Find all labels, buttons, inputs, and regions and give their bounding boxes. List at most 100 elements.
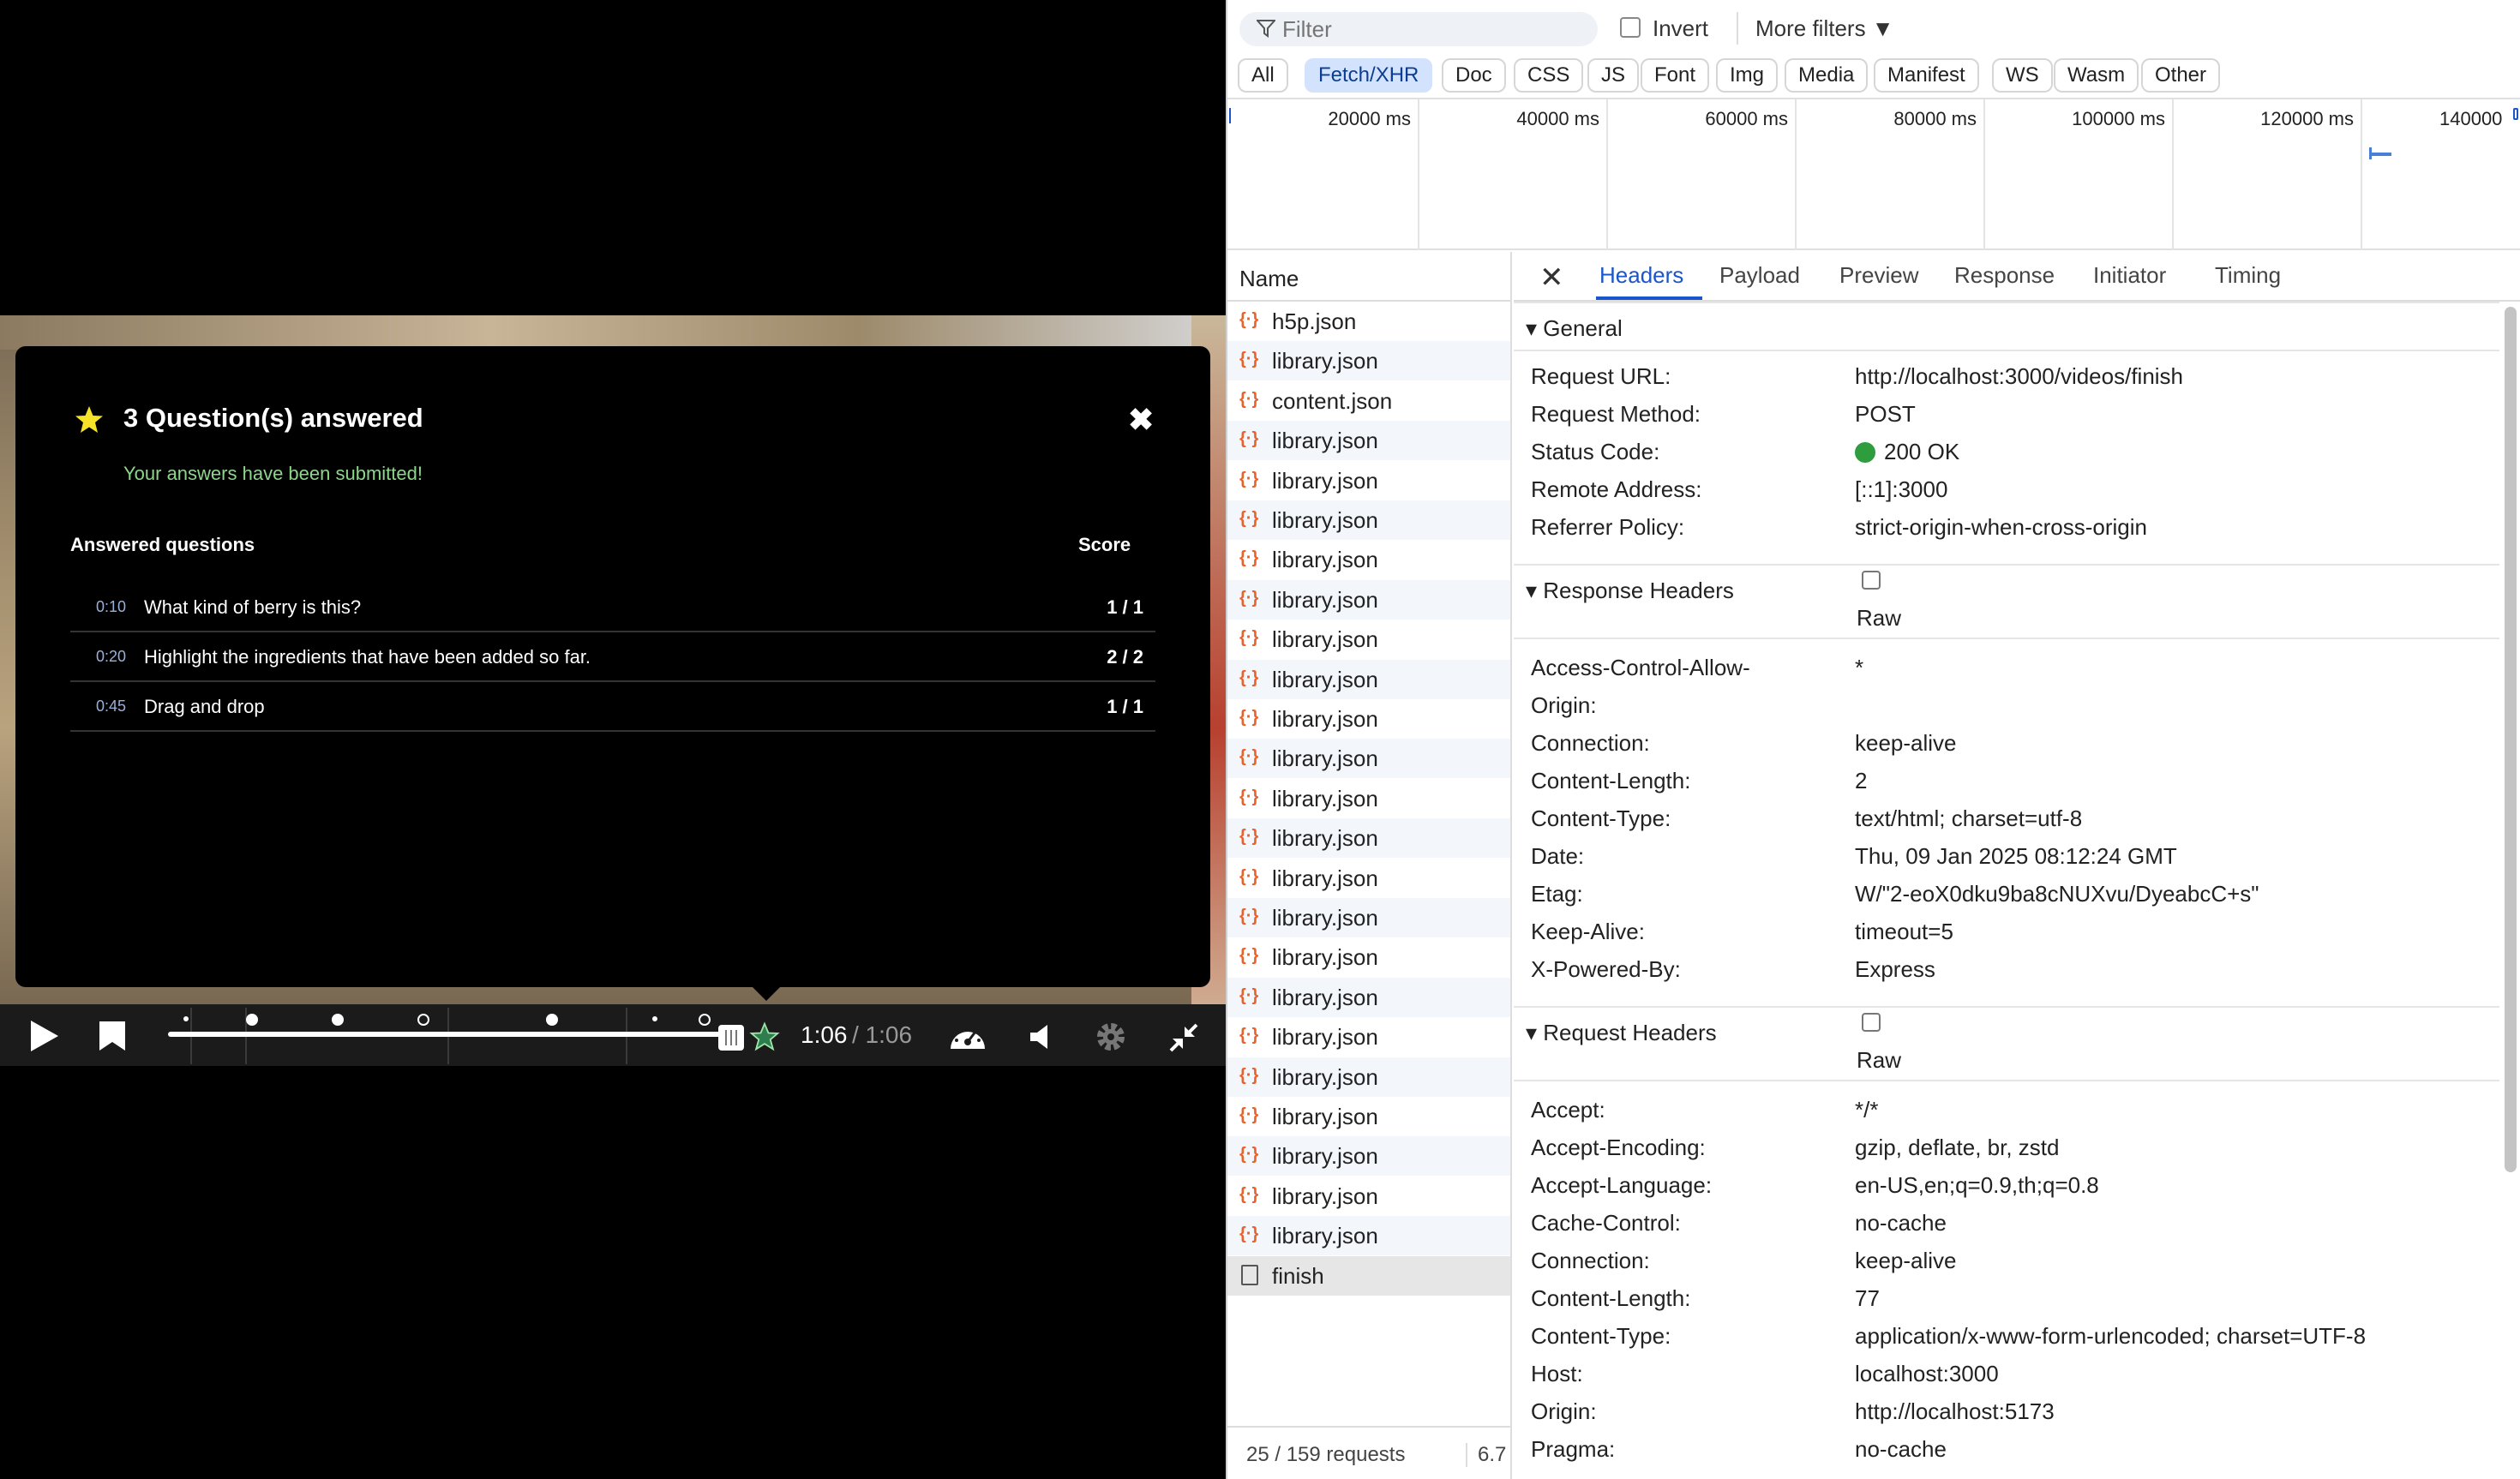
type-filter-media[interactable]: Media bbox=[1785, 58, 1869, 93]
request-row[interactable]: finish bbox=[1227, 1255, 1510, 1296]
question-time[interactable]: 0:10 bbox=[96, 598, 126, 616]
tab-initiator[interactable]: Initiator bbox=[2093, 262, 2166, 289]
request-row[interactable]: {·} library.json bbox=[1227, 977, 1510, 1017]
interaction-marker[interactable] bbox=[332, 1014, 344, 1026]
response-headers-title: ▾ Response Headers bbox=[1526, 578, 1734, 603]
request-row[interactable]: {·} library.json bbox=[1227, 818, 1510, 859]
type-filter-manifest[interactable]: Manifest bbox=[1874, 58, 1979, 93]
gear-icon[interactable] bbox=[1094, 1020, 1128, 1054]
resource-type-filters: All Fetch/XHR Doc CSS JS Font Img Media … bbox=[1227, 57, 2520, 96]
header-value: W/"2-eoX0dku9ba8cNUXvu/DyeabcC+s" bbox=[1855, 881, 2259, 907]
type-filter-img[interactable]: Img bbox=[1716, 58, 1779, 93]
interaction-marker[interactable] bbox=[546, 1014, 558, 1026]
type-filter-css[interactable]: CSS bbox=[1514, 58, 1584, 93]
question-row[interactable]: 0:45 Drag and drop 1 / 1 bbox=[70, 682, 1155, 732]
interaction-marker[interactable] bbox=[652, 1016, 657, 1021]
question-time[interactable]: 0:45 bbox=[96, 698, 126, 716]
interaction-marker[interactable] bbox=[699, 1014, 711, 1026]
header-key: Content-Type: bbox=[1531, 1323, 1671, 1349]
request-row[interactable]: {·} library.json bbox=[1227, 898, 1510, 937]
request-row[interactable]: {·} library.json bbox=[1227, 579, 1510, 620]
question-score: 1 / 1 bbox=[1107, 596, 1143, 618]
raw-checkbox[interactable] bbox=[1862, 1013, 1881, 1032]
type-filter-other[interactable]: Other bbox=[2141, 58, 2221, 93]
tab-response[interactable]: Response bbox=[1954, 262, 2055, 289]
tab-preview[interactable]: Preview bbox=[1839, 262, 1918, 289]
request-row[interactable]: {·} library.json bbox=[1227, 421, 1510, 461]
general-section-header[interactable]: ▾ General bbox=[1514, 302, 2499, 351]
type-filter-ws[interactable]: WS bbox=[1992, 58, 2053, 93]
tab-timing[interactable]: Timing bbox=[2215, 262, 2281, 289]
speedometer-icon[interactable] bbox=[948, 1020, 987, 1054]
question-time[interactable]: 0:20 bbox=[96, 648, 126, 666]
request-row[interactable]: {·} library.json bbox=[1227, 540, 1510, 579]
header-key: Accept-Language: bbox=[1531, 1172, 1713, 1198]
request-row[interactable]: {·} library.json bbox=[1227, 859, 1510, 898]
question-row[interactable]: 0:10 What kind of berry is this? 1 / 1 bbox=[70, 583, 1155, 632]
request-row[interactable]: {·} library.json bbox=[1227, 1136, 1510, 1177]
raw-checkbox[interactable] bbox=[1862, 571, 1881, 590]
minimize-icon[interactable] bbox=[1167, 1021, 1200, 1054]
request-row[interactable]: {·} library.json bbox=[1227, 779, 1510, 818]
invert-checkbox[interactable] bbox=[1620, 17, 1641, 38]
request-name: library.json bbox=[1272, 666, 1378, 692]
request-row[interactable]: {·} library.json bbox=[1227, 1216, 1510, 1256]
seek-handle[interactable] bbox=[718, 1025, 744, 1051]
active-tab-indicator bbox=[1596, 296, 1702, 300]
header-value: */* bbox=[1855, 1097, 1879, 1123]
type-filter-fetch-xhr[interactable]: Fetch/XHR bbox=[1305, 58, 1433, 93]
question-row[interactable]: 0:20 Highlight the ingredients that have… bbox=[70, 632, 1155, 682]
name-column-header[interactable]: Name bbox=[1227, 252, 1512, 302]
request-row[interactable]: {·} library.json bbox=[1227, 937, 1510, 977]
tab-payload[interactable]: Payload bbox=[1719, 262, 1800, 289]
request-name: library.json bbox=[1272, 944, 1378, 971]
header-key: Accept-Encoding: bbox=[1531, 1135, 1706, 1160]
request-row[interactable]: {·} library.json bbox=[1227, 341, 1510, 381]
timeline-end-handle[interactable] bbox=[2513, 108, 2518, 120]
bookmark-icon[interactable] bbox=[98, 1020, 127, 1052]
volume-icon[interactable] bbox=[1029, 1023, 1053, 1051]
request-row[interactable]: {·} content.json bbox=[1227, 381, 1510, 421]
request-row[interactable]: {·} library.json bbox=[1227, 620, 1510, 659]
seek-bar[interactable] bbox=[168, 1032, 727, 1037]
type-filter-font[interactable]: Font bbox=[1641, 58, 1710, 93]
question-text: What kind of berry is this? bbox=[144, 596, 362, 618]
request-row[interactable]: {·} library.json bbox=[1227, 1097, 1510, 1136]
request-row[interactable]: {·} library.json bbox=[1227, 659, 1510, 699]
json-file-icon: {·} bbox=[1239, 787, 1259, 806]
type-filter-js[interactable]: JS bbox=[1587, 58, 1640, 93]
request-name: content.json bbox=[1272, 387, 1393, 414]
details-scrollbar[interactable] bbox=[2505, 307, 2517, 1172]
request-row[interactable]: {·} library.json bbox=[1227, 500, 1510, 540]
request-row[interactable]: {·} library.json bbox=[1227, 1057, 1510, 1097]
close-icon[interactable]: ✕ bbox=[1539, 260, 1564, 295]
timeline-gridline bbox=[1795, 99, 1797, 250]
json-file-icon: {·} bbox=[1239, 668, 1259, 687]
request-row[interactable]: {·} library.json bbox=[1227, 699, 1510, 739]
json-file-icon: {·} bbox=[1239, 1026, 1259, 1045]
interaction-marker[interactable] bbox=[417, 1014, 429, 1026]
star-icon[interactable] bbox=[749, 1021, 780, 1052]
response-headers-section-header[interactable]: ▾ Response Headers Raw bbox=[1514, 564, 2499, 639]
interaction-marker[interactable] bbox=[183, 1016, 189, 1021]
tab-headers[interactable]: Headers bbox=[1599, 262, 1683, 289]
more-filters-dropdown[interactable]: More filters ▼ bbox=[1755, 15, 1894, 42]
filter-input[interactable] bbox=[1282, 14, 1574, 45]
request-row[interactable]: {·} library.json bbox=[1227, 461, 1510, 500]
header-key: Request URL: bbox=[1531, 363, 1671, 389]
request-row[interactable]: {·} h5p.json bbox=[1227, 302, 1510, 341]
json-file-icon: {·} bbox=[1239, 429, 1259, 449]
json-file-icon: {·} bbox=[1239, 548, 1259, 568]
type-filter-doc[interactable]: Doc bbox=[1442, 58, 1506, 93]
request-row[interactable]: {·} library.json bbox=[1227, 1017, 1510, 1057]
play-icon[interactable] bbox=[26, 1018, 62, 1054]
request-headers-section-header[interactable]: ▾ Request Headers Raw bbox=[1514, 1006, 2499, 1081]
close-icon[interactable]: ✖ bbox=[1128, 403, 1154, 437]
json-file-icon: {·} bbox=[1239, 827, 1259, 847]
network-timeline[interactable]: 20000 ms 40000 ms 60000 ms 80000 ms 1000… bbox=[1227, 98, 2520, 250]
type-filter-all[interactable]: All bbox=[1238, 58, 1288, 93]
type-filter-wasm[interactable]: Wasm bbox=[2054, 58, 2139, 93]
interaction-marker[interactable] bbox=[246, 1014, 258, 1026]
request-row[interactable]: {·} library.json bbox=[1227, 1177, 1510, 1216]
request-row[interactable]: {·} library.json bbox=[1227, 739, 1510, 779]
